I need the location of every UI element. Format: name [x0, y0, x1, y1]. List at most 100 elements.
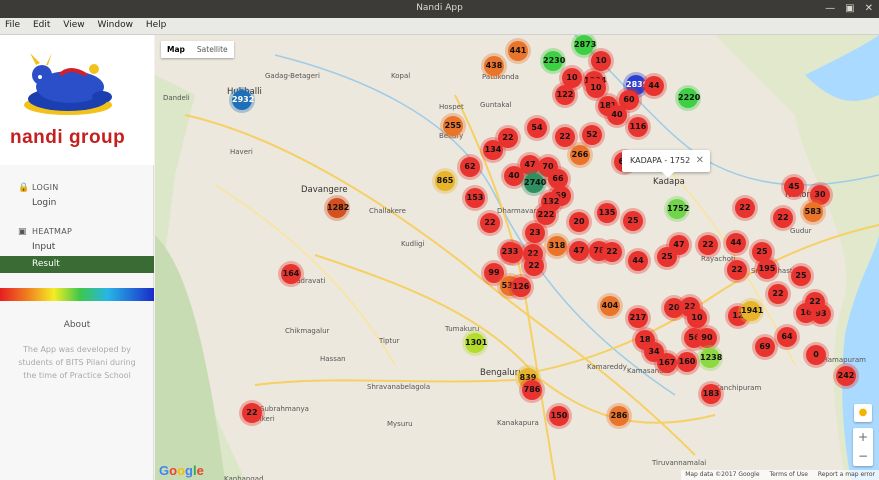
cluster-marker[interactable]: 242 — [836, 366, 856, 386]
cluster-marker[interactable]: 69 — [755, 337, 775, 357]
menu-edit[interactable]: Edit — [28, 18, 55, 30]
cluster-marker[interactable]: 22 — [698, 235, 718, 255]
maximize-icon[interactable]: ▣ — [845, 3, 854, 15]
cluster-marker[interactable]: 10 — [591, 51, 611, 71]
cluster-marker[interactable]: 22 — [524, 256, 544, 276]
cluster-marker[interactable]: 153 — [465, 188, 485, 208]
cluster-marker[interactable]: 22 — [735, 198, 755, 218]
cluster-marker[interactable]: 150 — [549, 406, 569, 426]
cluster-marker[interactable]: 90 — [697, 328, 717, 348]
cluster-marker[interactable]: 1301 — [465, 333, 487, 353]
cluster-marker[interactable]: 217 — [628, 308, 648, 328]
cluster-marker[interactable]: 22 — [805, 292, 825, 312]
close-icon[interactable]: ✕ — [696, 150, 704, 172]
cluster-marker[interactable]: 1238 — [700, 348, 722, 368]
place-label: Hassan — [320, 355, 346, 363]
bull-logo-image — [24, 53, 112, 115]
sidebar-item-input[interactable]: Input — [0, 239, 154, 256]
cluster-marker[interactable]: 40 — [504, 166, 524, 186]
close-icon[interactable]: ✕ — [865, 3, 873, 15]
sidebar-item-login[interactable]: Login — [0, 195, 154, 212]
cluster-marker[interactable]: 10 — [586, 78, 606, 98]
cluster-marker[interactable]: 135 — [597, 203, 617, 223]
cluster-marker[interactable]: 286 — [609, 406, 629, 426]
zoom-out-button[interactable]: − — [853, 447, 873, 466]
cluster-marker[interactable]: 22 — [768, 284, 788, 304]
cluster-marker[interactable]: 25 — [657, 247, 677, 267]
cluster-marker[interactable]: 116 — [628, 117, 648, 137]
menu-view[interactable]: View — [58, 18, 89, 30]
cluster-marker[interactable]: 10 — [687, 308, 707, 328]
cluster-marker[interactable]: 134 — [483, 140, 503, 160]
minimize-icon[interactable]: — — [825, 3, 835, 15]
menu-bar: File Edit View Window Help — [0, 18, 879, 35]
cluster-marker[interactable]: 1282 — [327, 198, 349, 218]
cluster-marker[interactable]: 583 — [803, 202, 823, 222]
cluster-marker[interactable]: 45 — [784, 177, 804, 197]
zoom-control: + − — [853, 428, 873, 466]
place-label: Gadag-Betageri — [265, 72, 320, 80]
cluster-marker[interactable]: 22 — [727, 260, 747, 280]
menu-file[interactable]: File — [0, 18, 25, 30]
cluster-marker[interactable]: 167 — [657, 353, 677, 373]
cluster-marker[interactable]: 64 — [777, 327, 797, 347]
menu-window[interactable]: Window — [92, 18, 138, 30]
cluster-marker[interactable]: 44 — [628, 251, 648, 271]
place-label: Davangere — [301, 185, 348, 195]
cluster-marker[interactable]: 54 — [527, 118, 547, 138]
cluster-marker[interactable]: 20 — [569, 212, 589, 232]
menu-help[interactable]: Help — [141, 18, 172, 30]
cluster-marker[interactable]: 44 — [644, 76, 664, 96]
cluster-marker[interactable]: 40 — [607, 105, 627, 125]
cluster-marker[interactable]: 122 — [555, 85, 575, 105]
cluster-marker[interactable]: 786 — [522, 380, 542, 400]
cluster-marker[interactable]: 233 — [500, 242, 520, 262]
cluster-marker[interactable]: 25 — [623, 211, 643, 231]
cluster-marker[interactable]: 22 — [480, 213, 500, 233]
cluster-marker[interactable]: 1941 — [741, 301, 763, 321]
heatmap-map[interactable]: Map Satellite HubballiGadag-BetageriKopa… — [155, 35, 879, 480]
cluster-marker[interactable]: 2230 — [543, 51, 565, 71]
cluster-marker[interactable]: 2740 — [524, 173, 546, 193]
cluster-marker[interactable]: 183 — [701, 384, 721, 404]
cluster-marker[interactable]: 1752 — [667, 199, 689, 219]
cluster-marker[interactable]: 164 — [281, 264, 301, 284]
cluster-marker[interactable]: 22 — [773, 208, 793, 228]
cluster-marker[interactable]: 22 — [602, 242, 622, 262]
place-label: Subrahmanya — [260, 405, 309, 413]
cluster-marker[interactable]: 266 — [570, 145, 590, 165]
cluster-marker[interactable]: 47 — [569, 241, 589, 261]
cluster-marker[interactable]: 255 — [443, 116, 463, 136]
cluster-marker[interactable]: 23 — [525, 223, 545, 243]
cluster-marker[interactable]: 2220 — [678, 88, 700, 108]
zoom-in-button[interactable]: + — [853, 428, 873, 447]
cluster-marker[interactable]: 404 — [600, 296, 620, 316]
cluster-marker[interactable]: 22 — [555, 127, 575, 147]
report-map-error-link[interactable]: Report a map error — [818, 471, 875, 478]
place-label: Hospet — [439, 103, 464, 111]
cluster-marker[interactable]: 52 — [582, 125, 602, 145]
cluster-marker[interactable]: 195 — [757, 259, 777, 279]
terms-of-use-link[interactable]: Terms of Use — [769, 471, 807, 478]
cluster-marker[interactable]: 62 — [460, 157, 480, 177]
cluster-marker[interactable]: 318 — [547, 236, 567, 256]
map-type-satellite[interactable]: Satellite — [191, 41, 234, 58]
popup-text: KADAPA - 1752 — [630, 156, 691, 165]
cluster-marker[interactable]: 44 — [726, 233, 746, 253]
cluster-marker[interactable]: 865 — [435, 171, 455, 191]
cluster-marker[interactable]: 438 — [484, 56, 504, 76]
pegman-icon[interactable]: ● — [854, 404, 872, 422]
cluster-marker[interactable]: 2873 — [574, 35, 596, 55]
cluster-marker[interactable]: 0 — [806, 345, 826, 365]
cluster-marker[interactable]: 441 — [508, 41, 528, 61]
google-logo: Google — [159, 463, 204, 478]
cluster-marker[interactable]: 126 — [511, 277, 531, 297]
cluster-marker[interactable]: 25 — [791, 266, 811, 286]
place-label: Shravanabelagola — [367, 383, 431, 391]
cluster-marker[interactable]: 160 — [677, 352, 697, 372]
cluster-marker[interactable]: 22 — [242, 403, 262, 423]
cluster-marker[interactable]: 222 — [536, 205, 556, 225]
sidebar-item-result[interactable]: Result — [0, 256, 154, 273]
map-type-map[interactable]: Map — [161, 41, 191, 58]
cluster-marker[interactable]: 2932 — [232, 90, 254, 110]
